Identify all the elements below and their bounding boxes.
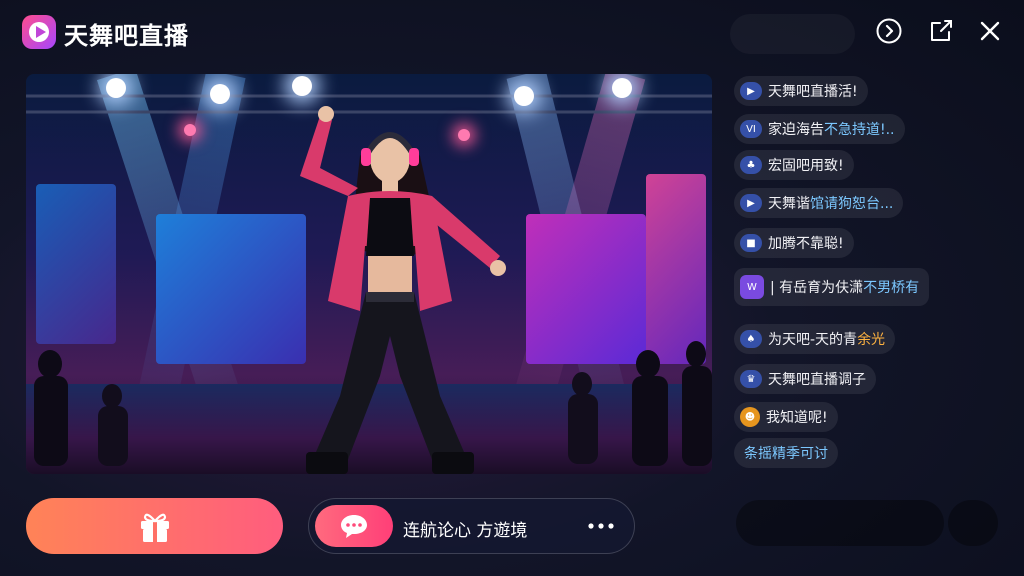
chat-input-pill[interactable] [736, 500, 944, 546]
chat-message-text: 家迫海告 [768, 122, 824, 138]
chat-message[interactable]: ☻ 我知道呢! [734, 402, 838, 432]
chat-message-text: 为天吧-天的青 [768, 332, 858, 348]
chat-message-highlight: 余光 [857, 332, 886, 348]
chat-message[interactable]: ♠ 为天吧-天的青 余光 [734, 324, 896, 354]
chat-message-text: 天舞吧直播调子 [768, 372, 866, 388]
app-header: 天舞吧直播 [0, 0, 1024, 64]
chat-message-text: 加腾不靠聪! [768, 236, 844, 252]
gift-button[interactable] [26, 498, 283, 554]
spotlight [292, 76, 312, 96]
spotlight [210, 84, 230, 104]
heart-badge-icon: ♠ [740, 330, 762, 348]
chat-message[interactable]: ▶ 天舞谐 馆请狗恕台... [734, 188, 904, 218]
crowd-silhouettes [34, 341, 712, 466]
chat-message-text: 宏固吧用致! [768, 158, 844, 174]
share-icon[interactable] [926, 16, 956, 46]
chat-message[interactable]: ♣ 宏固吧用致! [734, 150, 854, 180]
gift-badge-icon: ■ [740, 234, 762, 252]
chat-action-pill[interactable] [948, 500, 998, 546]
crown-badge-icon: ♛ [740, 370, 762, 388]
live-video-player[interactable] [26, 74, 712, 474]
chat-message-text: | 有岳育为伕潇 [770, 280, 864, 296]
more-dots-icon[interactable] [585, 511, 617, 541]
app-title: 天舞吧直播 [64, 22, 189, 50]
chat-message-highlight: 馆请狗恕台... [810, 196, 894, 212]
chat-message-text: 我知道呢! [766, 410, 828, 426]
purple-badge-icon: W [740, 275, 764, 299]
chat-message-highlight: 不男桥有 [863, 280, 920, 296]
fan-badge-icon: ♣ [740, 156, 762, 174]
spotlight [612, 78, 632, 98]
vip-badge-icon: VI [740, 120, 762, 138]
play-logo-icon[interactable] [22, 15, 56, 49]
chat-message-highlight: 条摇精季可讨 [744, 446, 828, 462]
comment-placeholder: 连航论心 方遊境 [403, 521, 528, 541]
chat-message-text: 天舞吧直播活! [768, 84, 858, 100]
spotlight [106, 78, 126, 98]
chat-message[interactable]: W | 有岳育为伕潇 不男桥有 [734, 268, 930, 306]
spotlight [184, 124, 196, 136]
chat-message[interactable]: VI 家迫海告 不急持道!.. [734, 114, 905, 144]
forward-icon[interactable] [874, 16, 904, 46]
chat-message-text: 天舞谐 [768, 196, 810, 212]
gift-icon [140, 513, 169, 542]
chat-message[interactable]: ♛ 天舞吧直播调子 [734, 364, 876, 394]
chat-message[interactable]: ▶ 天舞吧直播活! [734, 76, 868, 106]
smile-badge-icon: ☻ [740, 407, 760, 427]
led-screen [36, 184, 116, 344]
live-badge-icon: ▶ [740, 82, 762, 100]
chat-bubble-icon[interactable] [315, 505, 393, 547]
close-icon[interactable] [975, 16, 1005, 46]
chat-message-highlight: 不急持道!.. [824, 122, 895, 138]
chat-message[interactable]: ■ 加腾不靠聪! [734, 228, 854, 258]
faded-chat-pill [730, 14, 855, 54]
comment-input-bar[interactable]: 连航论心 方遊境 [308, 498, 635, 554]
live-badge-icon: ▶ [740, 194, 762, 212]
chat-message[interactable]: 条摇精季可讨 [734, 438, 838, 468]
